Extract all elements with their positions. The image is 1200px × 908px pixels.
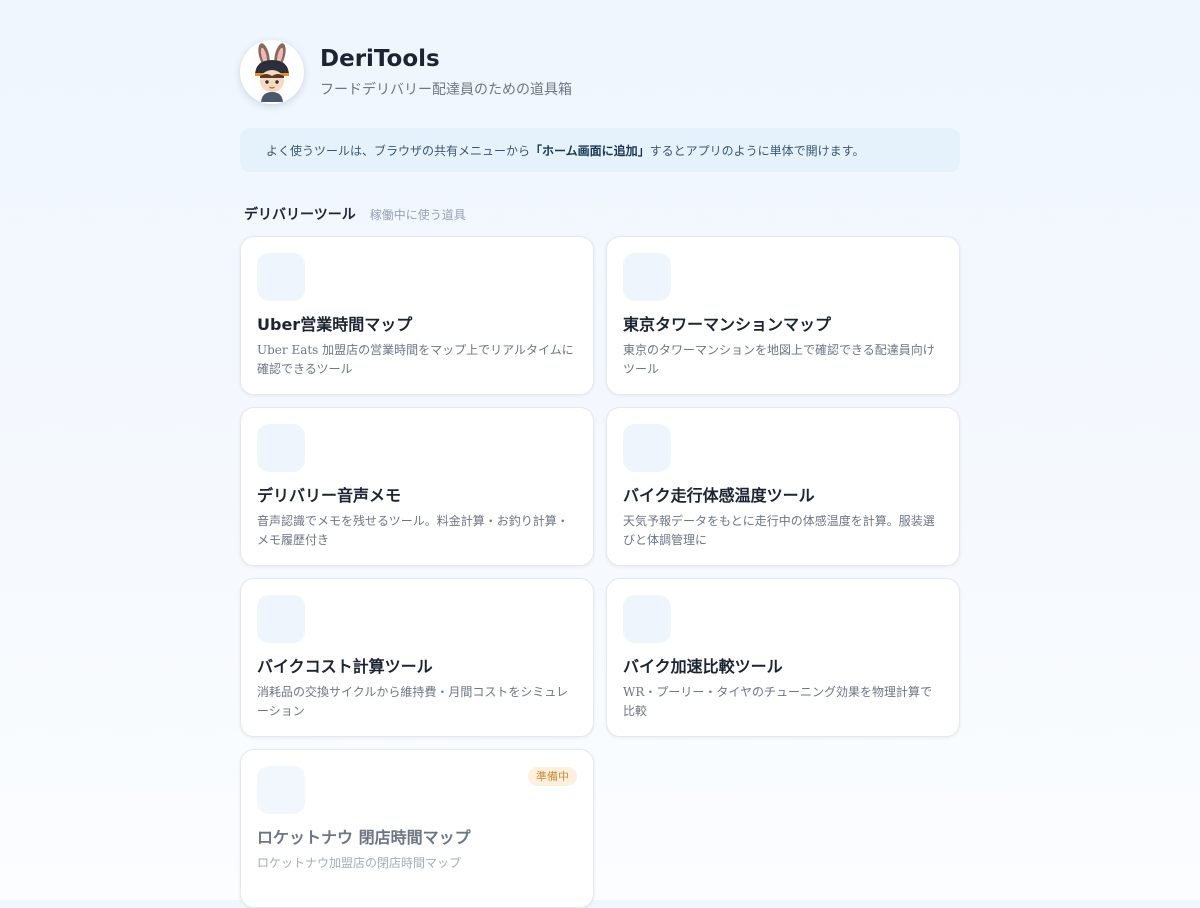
tool-card-voice-memo[interactable]: デリバリー音声メモ 音声認識でメモを残せるツール。料金計算・お釣り計算・メモ履歴… — [240, 407, 594, 566]
tool-description: Uber Eats 加盟店の営業時間をマップ上でリアルタイムに確認できるツール — [257, 343, 574, 376]
tool-title: ロケットナウ 閉店時間マップ — [257, 828, 471, 847]
tool-card-bike-feels-like-temp[interactable]: バイク走行体感温度ツール 天気予報データをもとに走行中の体感温度を計算。服装選び… — [606, 407, 960, 566]
tool-icon — [623, 424, 671, 472]
tool-icon — [257, 766, 305, 814]
tool-icon — [257, 595, 305, 643]
section-subtitle: 稼働中に使う道具 — [369, 208, 466, 222]
tool-title: バイク加速比較ツール — [623, 657, 783, 676]
tool-icon — [257, 253, 305, 301]
notice-text-before: よく使うツールは、ブラウザの共有メニューから — [266, 143, 531, 158]
status-badge: 準備中 — [528, 767, 577, 786]
notice-emphasis: 「ホーム画面に追加」 — [530, 143, 650, 158]
tool-title: バイク走行体感温度ツール — [623, 486, 815, 505]
tool-card-bike-cost-calculator[interactable]: バイクコスト計算ツール 消耗品の交換サイクルから維持費・月間コストをシミュレーシ… — [240, 578, 594, 737]
tool-title: Uber営業時間マップ — [257, 315, 413, 334]
tool-title: デリバリー音声メモ — [257, 486, 402, 505]
rabbit-helmet-mascot-icon — [255, 43, 289, 102]
tool-description: 天気予報データをもとに走行中の体感温度を計算。服装選びと体調管理に — [623, 514, 935, 547]
tool-grid: Uber営業時間マップ Uber Eats 加盟店の営業時間をマップ上でリアルタ… — [240, 236, 960, 908]
tool-icon — [623, 253, 671, 301]
header: DeriTools フードデリバリー配達員のための道具箱 — [240, 40, 572, 104]
tool-description: 東京のタワーマンションを地図上で確認できる配達員向けツール — [623, 343, 935, 376]
tool-icon — [257, 424, 305, 472]
tool-card-rocketnow-closing-map: 準備中 ロケットナウ 閉店時間マップ ロケットナウ加盟店の閉店時間マップ — [240, 749, 594, 908]
section-header: デリバリーツール 稼働中に使う道具 — [244, 204, 466, 224]
tool-description: ロケットナウ加盟店の閉店時間マップ — [257, 856, 462, 870]
tool-icon — [623, 595, 671, 643]
section-title: デリバリーツール — [244, 207, 356, 223]
tool-card-tokyo-tower-mansion-map[interactable]: 東京タワーマンションマップ 東京のタワーマンションを地図上で確認できる配達員向け… — [606, 236, 960, 395]
tool-description: 音声認識でメモを残せるツール。料金計算・お釣り計算・メモ履歴付き — [257, 514, 569, 547]
notice-text-after: するとアプリのように単体で開けます。 — [649, 143, 865, 158]
tool-title: 東京タワーマンションマップ — [623, 315, 832, 334]
avatar — [240, 40, 304, 104]
app-subtitle: フードデリバリー配達員のための道具箱 — [320, 82, 572, 98]
tool-card-uber-hours-map[interactable]: Uber営業時間マップ Uber Eats 加盟店の営業時間をマップ上でリアルタ… — [240, 236, 594, 395]
tool-description: WR・プーリー・タイヤのチューニング効果を物理計算で比較 — [623, 685, 933, 718]
tool-card-bike-acceleration-compare[interactable]: バイク加速比較ツール WR・プーリー・タイヤのチューニング効果を物理計算で比較 — [606, 578, 960, 737]
tool-description: 消耗品の交換サイクルから維持費・月間コストをシミュレーション — [257, 685, 569, 718]
brand: DeriTools フードデリバリー配達員のための道具箱 — [320, 45, 572, 99]
add-to-home-notice: よく使うツールは、ブラウザの共有メニューから 「ホーム画面に追加」 するとアプリのよ… — [240, 128, 960, 172]
tool-title: バイクコスト計算ツール — [257, 657, 433, 676]
app-title: DeriTools — [320, 46, 440, 72]
